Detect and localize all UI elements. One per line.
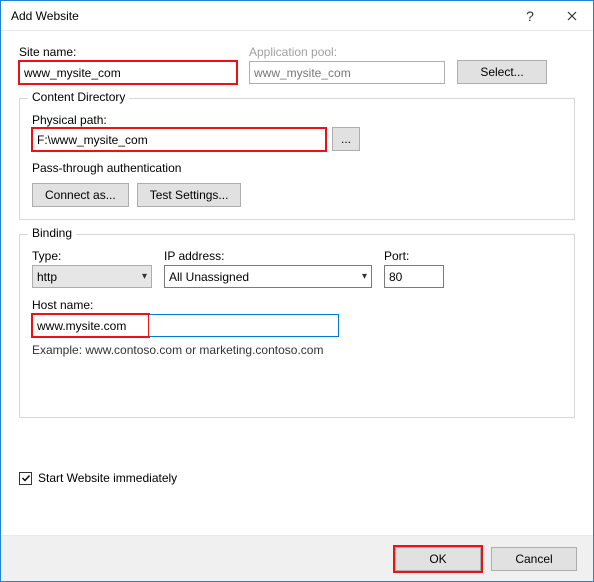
ip-label: IP address: <box>164 249 372 263</box>
start-immediately-checkbox[interactable] <box>19 472 32 485</box>
host-name-input-ext[interactable] <box>149 314 339 337</box>
start-immediately-label: Start Website immediately <box>38 471 177 485</box>
chevron-down-icon: ▾ <box>142 271 147 282</box>
type-label: Type: <box>32 249 152 263</box>
close-icon <box>567 11 577 21</box>
titlebar: Add Website ? <box>1 1 593 31</box>
add-website-dialog: Add Website ? Site name: Application poo… <box>0 0 594 582</box>
pass-through-label: Pass-through authentication <box>32 161 562 175</box>
browse-path-button[interactable]: ... <box>332 127 360 151</box>
site-name-input[interactable] <box>19 61 237 84</box>
dialog-body: Site name: Application pool: Select... C… <box>1 31 593 535</box>
ip-select[interactable]: All Unassigned ▾ <box>164 265 372 288</box>
host-name-label: Host name: <box>32 298 562 312</box>
host-example-text: Example: www.contoso.com or marketing.co… <box>32 343 562 357</box>
chevron-down-icon: ▾ <box>362 271 367 282</box>
cancel-button[interactable]: Cancel <box>491 547 577 571</box>
window-title: Add Website <box>11 9 509 23</box>
site-name-label: Site name: <box>19 45 237 59</box>
port-input[interactable] <box>384 265 444 288</box>
app-pool-input <box>249 61 445 84</box>
test-settings-button[interactable]: Test Settings... <box>137 183 242 207</box>
physical-path-label: Physical path: <box>32 113 107 127</box>
binding-group: Binding Type: http ▾ IP address: All Una… <box>19 234 575 418</box>
check-icon <box>21 473 31 483</box>
port-label: Port: <box>384 249 444 263</box>
physical-path-input[interactable] <box>32 128 326 151</box>
app-pool-label: Application pool: <box>249 45 445 59</box>
type-select[interactable]: http ▾ <box>32 265 152 288</box>
content-directory-legend: Content Directory <box>28 90 129 104</box>
help-button[interactable]: ? <box>509 1 551 30</box>
close-button[interactable] <box>551 1 593 30</box>
host-name-input[interactable] <box>33 315 149 336</box>
connect-as-button[interactable]: Connect as... <box>32 183 129 207</box>
type-value: http <box>37 270 57 284</box>
ok-button[interactable]: OK <box>395 547 481 571</box>
dialog-footer: OK Cancel <box>1 535 593 581</box>
ip-value: All Unassigned <box>169 270 249 284</box>
select-pool-button[interactable]: Select... <box>457 60 547 84</box>
content-directory-group: Content Directory Physical path: ... Pas… <box>19 98 575 220</box>
binding-legend: Binding <box>28 226 76 240</box>
